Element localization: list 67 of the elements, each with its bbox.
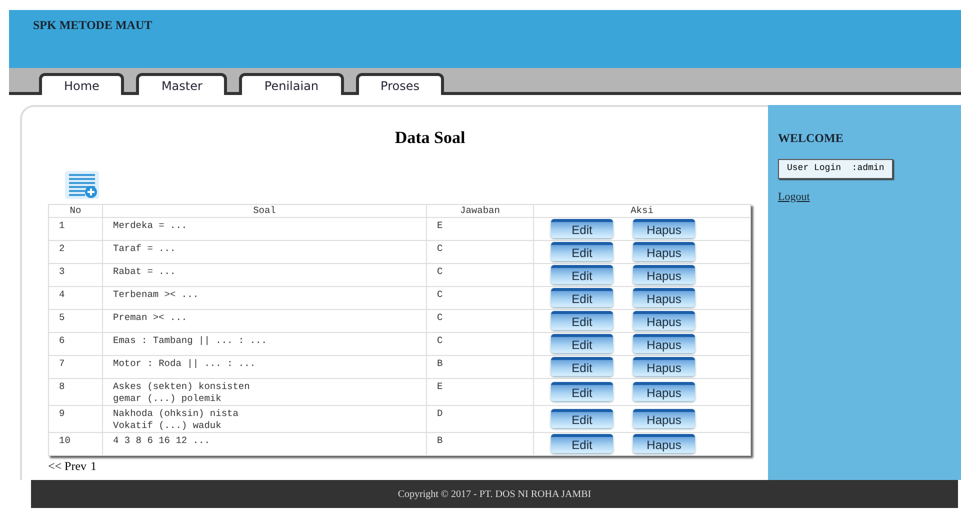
column-header: Jawaban [426, 204, 534, 217]
table-cell: D [426, 405, 534, 432]
table-action-button[interactable]: Edit [551, 434, 613, 453]
table-cell: 8 [48, 378, 102, 405]
table-cell: Taraf = ... [102, 240, 426, 263]
table-cell: 2 [48, 240, 102, 263]
table-cell: 3 [48, 263, 102, 286]
table-action-button[interactable]: Edit [551, 265, 613, 284]
table-action-button[interactable]: Hapus [633, 357, 695, 376]
nav-tab[interactable]: Master [136, 73, 228, 95]
table-cell: 1 [48, 217, 102, 240]
table-cell: Rabat = ... [102, 263, 426, 286]
nav-tab[interactable]: Proses [356, 73, 444, 95]
table-cell: 9 [48, 405, 102, 432]
table-cell: B [426, 355, 534, 378]
table-cell: Nakhoda (ohksin) nista Vokatif (...) waduk [102, 405, 426, 432]
table-cell: B [426, 432, 534, 455]
table-cell: C [426, 332, 534, 355]
table-action-button[interactable]: Edit [551, 242, 613, 261]
nav-tab[interactable]: Penilaian [239, 73, 344, 95]
table-action-button[interactable]: Edit [551, 311, 613, 330]
table-action-button[interactable]: Hapus [633, 288, 695, 307]
logout-link[interactable]: Logout [778, 188, 810, 205]
page-title: Data Soal [394, 127, 466, 149]
prev-link[interactable]: << Prev [48, 456, 87, 474]
table-cell: Merdeka = ... [102, 217, 426, 240]
table-cell: 7 [48, 355, 102, 378]
table-action-button[interactable]: Hapus [633, 265, 695, 284]
table-cell: C [426, 263, 534, 286]
site-title: SPK METODE MAUT [33, 18, 152, 32]
table-action-button[interactable]: Hapus [633, 409, 695, 428]
table-action-button[interactable]: Edit [551, 219, 613, 238]
table-cell: 4 3 8 6 16 12 ... [102, 432, 426, 455]
column-header: Aksi [534, 204, 750, 217]
table-action-button[interactable]: Edit [551, 357, 613, 376]
table-action-button[interactable]: Edit [551, 288, 613, 307]
table-action-button[interactable]: Edit [551, 409, 613, 428]
table-cell: 10 [48, 432, 102, 455]
table-cell: Motor : Roda || ... : ... [102, 355, 426, 378]
table-cell: 4 [48, 286, 102, 309]
table-cell: C [426, 286, 534, 309]
table-cell: Askes (sekten) konsisten gemar (...) polemik [102, 378, 426, 405]
column-header: Soal [102, 204, 426, 217]
table-cell: E [426, 378, 534, 405]
table-cell: 5 [48, 309, 102, 332]
table-cell: C [426, 309, 534, 332]
table-cell: Preman >< ... [102, 309, 426, 332]
user-login-box: User Login :admin [778, 159, 894, 178]
table-cell: Emas : Tambang || ... : ... [102, 332, 426, 355]
table-action-button[interactable]: Edit [551, 334, 613, 353]
table-cell: E [426, 217, 534, 240]
table-action-button[interactable]: Hapus [633, 242, 695, 261]
add-list-icon[interactable] [65, 170, 99, 198]
table-cell: C [426, 240, 534, 263]
page-number[interactable]: 1 [90, 456, 97, 474]
table-action-button[interactable]: Hapus [633, 434, 695, 453]
table-action-button[interactable]: Edit [551, 382, 613, 401]
nav-tab[interactable]: Home [39, 73, 124, 95]
table-action-button[interactable]: Hapus [633, 334, 695, 353]
table-action-button[interactable]: Hapus [633, 311, 695, 330]
table-cell: 6 [48, 332, 102, 355]
table-cell: Terbenam >< ... [102, 286, 426, 309]
column-header: No [48, 204, 102, 217]
table-action-button[interactable]: Hapus [633, 219, 695, 238]
copyright-text: Copyright © 2017 - PT. DOS NI ROHA JAMBI [398, 488, 592, 502]
table-action-button[interactable]: Hapus [633, 382, 695, 401]
sidebar-heading: WELCOME [778, 130, 844, 147]
